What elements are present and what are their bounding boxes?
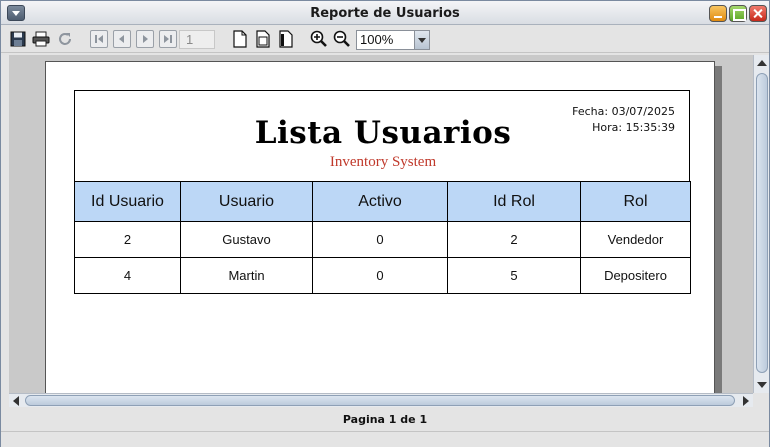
print-icon[interactable]: [32, 30, 50, 48]
table-cell: 5: [447, 257, 581, 294]
table-cell: 2: [74, 221, 181, 258]
column-header: Usuario: [180, 181, 313, 222]
vertical-scroll-thumb[interactable]: [756, 73, 768, 373]
column-header: Id Rol: [447, 181, 581, 222]
maximize-button[interactable]: [729, 5, 747, 22]
scroll-left-icon[interactable]: [13, 396, 19, 406]
last-page-icon[interactable]: [159, 30, 177, 48]
title-bar: Reporte de Usuarios: [1, 1, 769, 25]
page-number-input[interactable]: 1: [179, 30, 215, 49]
scroll-up-icon[interactable]: [757, 60, 767, 66]
report-subtitle: Inventory System: [329, 154, 437, 170]
table-header-row: Id Usuario Usuario Activo Id Rol Rol: [74, 181, 691, 222]
fit-width-icon[interactable]: [277, 30, 295, 48]
table-cell: 0: [312, 257, 448, 294]
horizontal-scrollbar[interactable]: [9, 393, 753, 407]
users-table: Id Usuario Usuario Activo Id Rol Rol 2 G…: [74, 181, 691, 294]
table-cell: Depositero: [580, 257, 691, 294]
column-header: Id Usuario: [74, 181, 181, 222]
next-page-icon[interactable]: [136, 30, 154, 48]
scroll-down-icon[interactable]: [757, 382, 767, 388]
table-cell: 2: [447, 221, 581, 258]
refresh-icon[interactable]: [56, 30, 74, 48]
scroll-right-icon[interactable]: [743, 396, 749, 406]
zoom-in-icon[interactable]: [310, 30, 328, 48]
close-button[interactable]: [749, 5, 767, 22]
table-cell: 4: [74, 257, 181, 294]
window-bottom-edge: [1, 431, 769, 447]
page-indicator: Pagina 1 de 1: [342, 413, 428, 426]
fit-page-icon[interactable]: [254, 30, 272, 48]
horizontal-scroll-thumb[interactable]: [25, 395, 735, 406]
status-bar: Pagina 1 de 1: [1, 409, 769, 431]
zoom-select[interactable]: 100%: [356, 30, 430, 50]
table-cell: Martin: [180, 257, 313, 294]
table-row: 4 Martin 0 5 Depositero: [74, 257, 691, 294]
column-header: Rol: [580, 181, 691, 222]
previous-page-icon[interactable]: [113, 30, 131, 48]
table-cell: Gustavo: [180, 221, 313, 258]
save-icon[interactable]: [9, 30, 27, 48]
report-title: Lista Usuarios: [254, 115, 512, 151]
report-header: Fecha: 03/07/2025 Hora: 15:35:39 Lista U…: [74, 90, 690, 181]
chevron-down-icon[interactable]: [414, 31, 429, 49]
table-cell: Vendedor: [580, 221, 691, 258]
minimize-button[interactable]: [709, 5, 727, 22]
zoom-value: 100%: [360, 32, 394, 47]
report-viewer-window: Reporte de Usuarios 1 100% Fecha: 03/07/…: [0, 0, 770, 447]
first-page-icon[interactable]: [90, 30, 108, 48]
column-header: Activo: [312, 181, 448, 222]
vertical-scrollbar[interactable]: [753, 55, 769, 393]
report-page: Fecha: 03/07/2025 Hora: 15:35:39 Lista U…: [45, 61, 715, 393]
toolbar: 1 100%: [1, 26, 769, 53]
zoom-out-icon[interactable]: [333, 30, 351, 48]
report-viewport[interactable]: Fecha: 03/07/2025 Hora: 15:35:39 Lista U…: [9, 55, 753, 393]
actual-size-icon[interactable]: [231, 30, 249, 48]
table-cell: 0: [312, 221, 448, 258]
table-row: 2 Gustavo 0 2 Vendedor: [74, 221, 691, 258]
window-title: Reporte de Usuarios: [310, 6, 460, 21]
